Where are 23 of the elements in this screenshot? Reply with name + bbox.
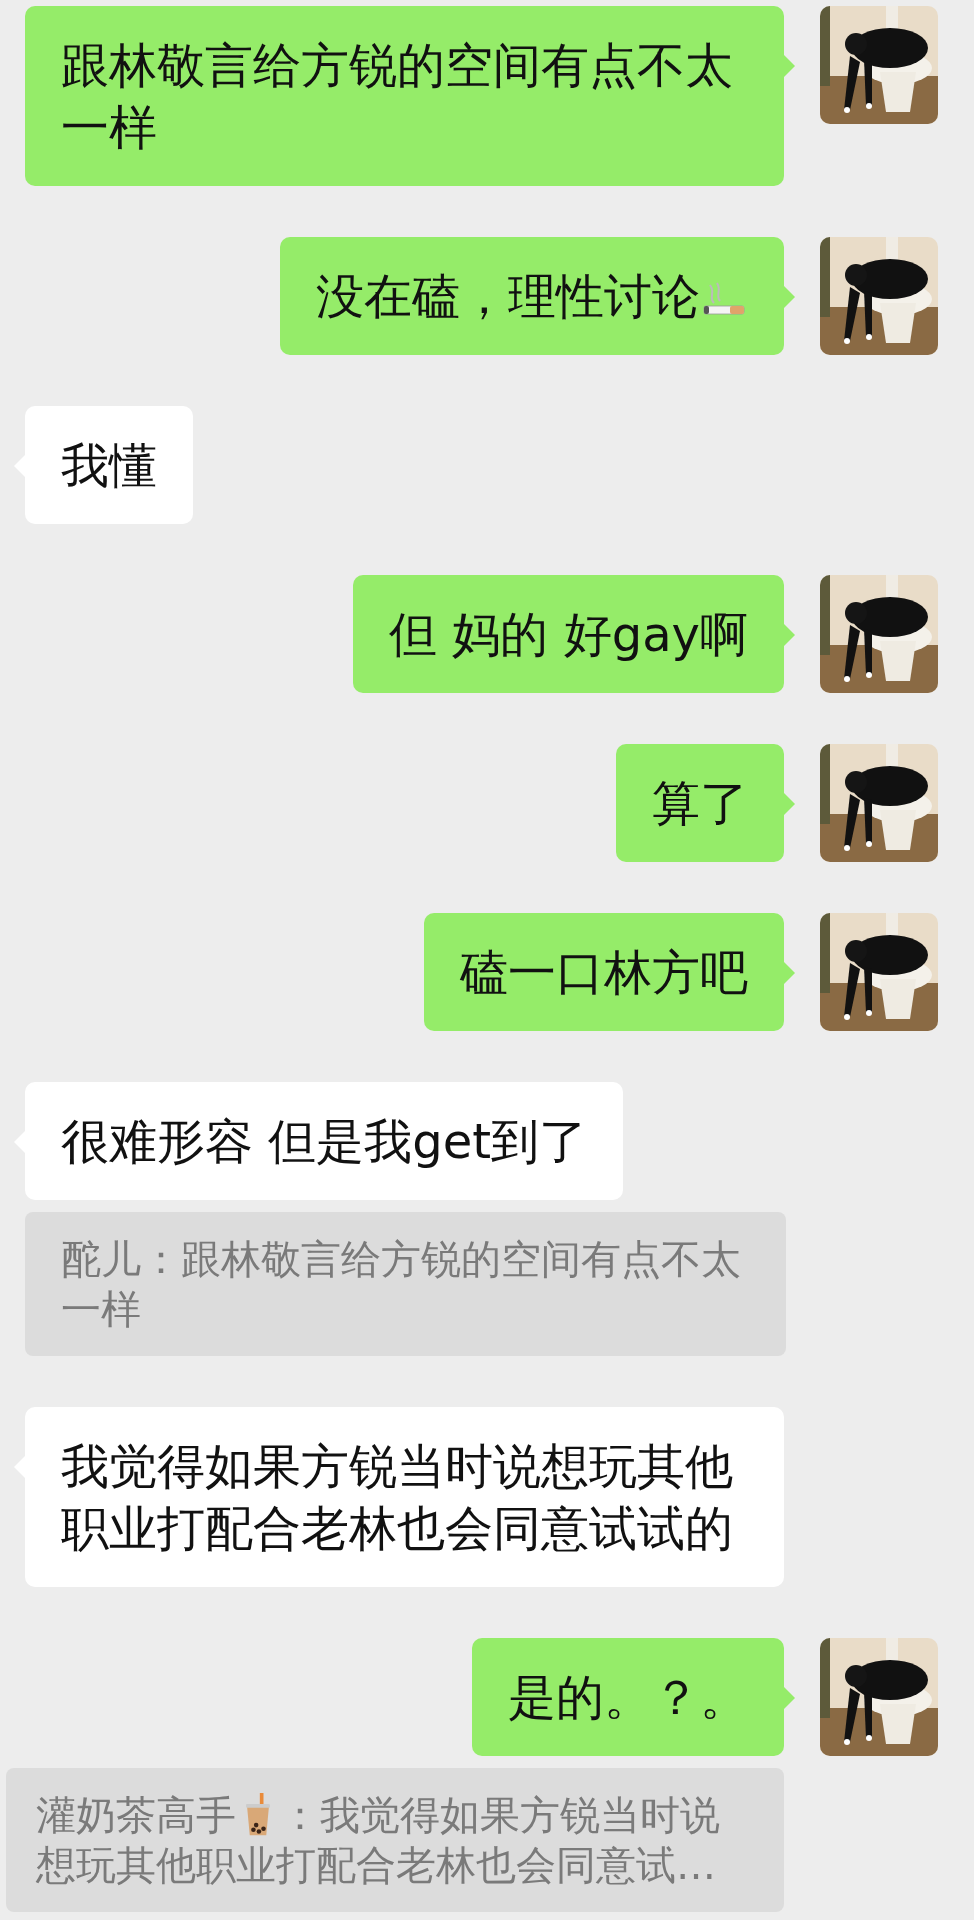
message-bubble: 很难形容 但是我get到了 — [25, 1082, 624, 1200]
quote-text: ：跟林敬言给方锐的空间有点不太 — [141, 1235, 741, 1284]
message-bubble: 磕一口林方吧 — [424, 913, 784, 1031]
bubble-tail — [784, 1687, 795, 1709]
message-bubble: 我懂 — [25, 406, 193, 524]
message-bubble: 我觉得如果方锐当时说想玩其他职业打配合老林也会同意试试的 — [25, 1407, 784, 1587]
message-bubble: 但 妈的 好gay啊 — [353, 575, 784, 693]
message-bubble: 跟林敬言给方锐的空间有点不太一样 — [25, 6, 784, 186]
quote-sender: 酡儿 — [61, 1235, 141, 1284]
bubble-tail — [784, 624, 795, 646]
quoted-message[interactable]: 灌奶茶高手 ：我觉得如果方锐当时说 想玩其他职业打配合老林也会同意试… — [6, 1768, 784, 1912]
quote-text: 一样 — [61, 1285, 141, 1334]
bubble-tail — [784, 962, 795, 984]
quote-sender: 灌奶茶高手 — [36, 1791, 236, 1840]
message-bubble: 是的。？。 — [472, 1638, 784, 1756]
quote-text: 想玩其他职业打配合老林也会同意试… — [36, 1841, 716, 1890]
quote-text: ：我觉得如果方锐当时说 — [280, 1791, 720, 1840]
bubble-tail — [784, 286, 795, 308]
bubble-tail — [784, 793, 795, 815]
quoted-message[interactable]: 酡儿：跟林敬言给方锐的空间有点不太 一样 — [25, 1212, 786, 1356]
message-bubble: 没在磕，理性讨论 — [280, 237, 784, 355]
message-bubble: 算了 — [616, 744, 784, 862]
bubble-tail — [784, 55, 795, 77]
